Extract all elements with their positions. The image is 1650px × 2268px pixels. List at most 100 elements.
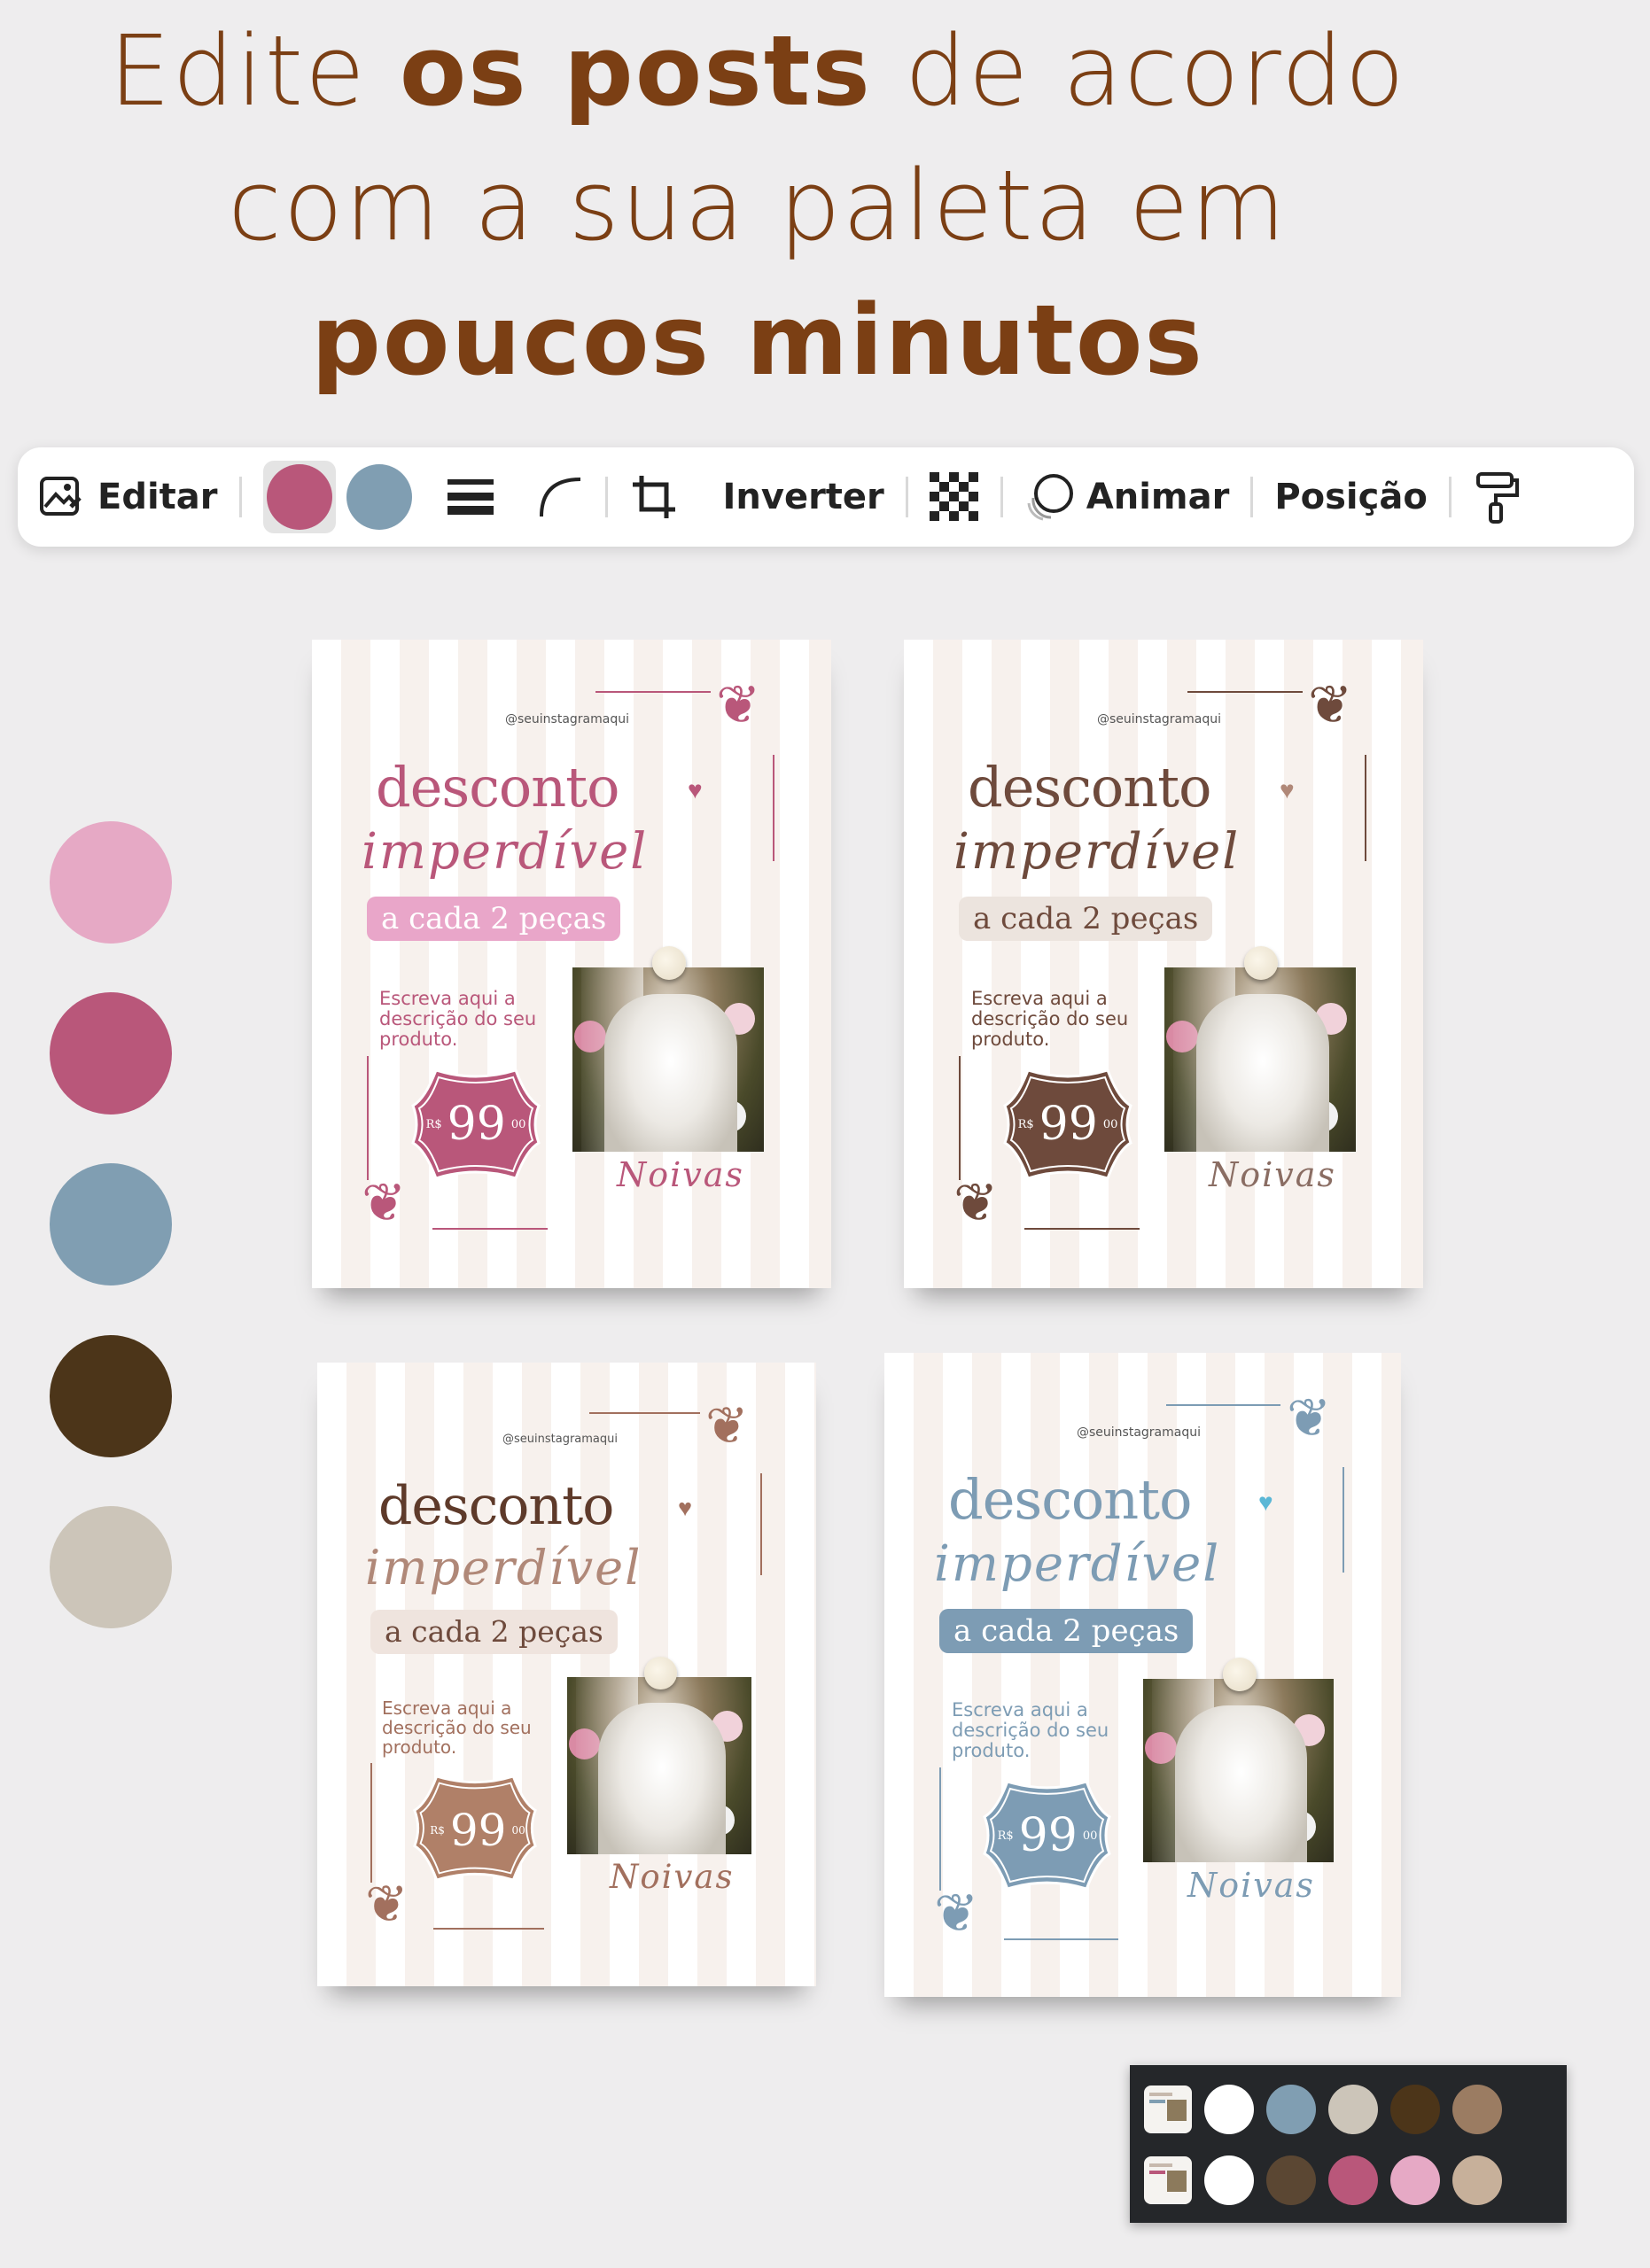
product-photo[interactable] <box>572 967 764 1152</box>
post-title: desconto <box>948 1467 1192 1532</box>
headline: Edite os posts de acordo com a sua palet… <box>0 0 1515 408</box>
flip-button[interactable]: Inverter <box>723 447 884 547</box>
price-currency: R$ <box>430 1824 445 1837</box>
flourish-ornament: ❦ <box>934 1884 979 1943</box>
post-subtitle: imperdível <box>362 823 649 881</box>
post-card-taupe[interactable]: @seuinstagramaqui desconto imperdível a cad… <box>317 1363 816 1986</box>
flip-label: Inverter <box>722 477 884 517</box>
animate-label: Animar <box>1086 477 1230 517</box>
product-photo[interactable] <box>567 1677 751 1854</box>
palette-swatch[interactable] <box>1390 2155 1440 2205</box>
product-description: Escreva aqui a descrição do seu produto. <box>382 1697 532 1758</box>
animate-button[interactable]: Animar <box>1024 447 1230 547</box>
paint-roller-icon <box>1475 472 1519 524</box>
palette-color-3[interactable] <box>50 1163 172 1285</box>
heart-icon: ♥ <box>688 776 703 804</box>
frame-line-left <box>370 1763 372 1883</box>
crop-button[interactable] <box>629 447 679 547</box>
price-cents: 00 <box>511 1824 525 1837</box>
palette-swatch[interactable] <box>1390 2085 1440 2134</box>
transparency-button[interactable] <box>929 447 979 547</box>
palette-color-1[interactable] <box>50 821 172 944</box>
post-card-blue[interactable]: @seuinstagramaqui desconto imperdível a cad… <box>884 1353 1401 1997</box>
bride-dress <box>598 1703 726 1854</box>
photo-pin <box>1223 1658 1257 1691</box>
corner-rounding-button[interactable] <box>538 447 584 547</box>
price-value: 99 <box>1018 1809 1078 1862</box>
bride-dress <box>604 994 737 1152</box>
price-currency: R$ <box>425 1117 442 1131</box>
price-currency: R$ <box>1017 1117 1034 1131</box>
border-style-icon <box>447 479 494 515</box>
position-button[interactable]: Posição <box>1274 447 1428 547</box>
frame-line-left <box>959 1056 961 1180</box>
swatch-blue-fill <box>346 464 412 530</box>
offer-pill: a cada 2 peças <box>959 897 1213 941</box>
edit-image-button[interactable]: Editar <box>37 447 218 547</box>
post-handle: @seuinstagramaqui <box>1077 1425 1201 1440</box>
palette-swatch[interactable] <box>1266 2085 1316 2134</box>
bride-dress <box>1175 1705 1307 1862</box>
frame-line-top <box>589 1412 700 1414</box>
price-currency: R$ <box>997 1829 1014 1843</box>
offer-pill: a cada 2 peças <box>370 1610 618 1654</box>
palette-swatch[interactable] <box>1266 2155 1316 2205</box>
photo-pin <box>652 946 686 980</box>
price-text: R$ 99 00 <box>981 1778 1114 1893</box>
palette-color-2[interactable] <box>50 992 172 1115</box>
palette-row-2 <box>1144 2154 1514 2207</box>
frame-line-top <box>1166 1404 1280 1406</box>
price-tag: R$ 99 00 <box>409 1067 542 1182</box>
bride-dress <box>1196 994 1329 1152</box>
color-swatch-pink[interactable] <box>262 461 336 533</box>
photo-pin <box>644 1657 677 1689</box>
border-style-button[interactable] <box>446 447 495 547</box>
frame-line-bottom <box>433 1928 544 1930</box>
product-description: Escreva aqui a descrição do seu produto. <box>379 988 537 1050</box>
photo-caption: Noivas <box>1187 1866 1315 1905</box>
palette-color-5[interactable] <box>50 1506 172 1628</box>
product-description: Escreva aqui a descrição do seu produto. <box>952 1699 1109 1761</box>
headline-line-1: Edite os posts de acordo <box>109 14 1406 128</box>
product-photo[interactable] <box>1164 967 1356 1152</box>
palette-swatch[interactable] <box>1452 2085 1502 2134</box>
color-swatch-blue[interactable] <box>343 461 416 533</box>
post-subtitle: imperdível <box>934 1535 1221 1593</box>
palette-thumbnail[interactable] <box>1144 2085 1192 2133</box>
post-subtitle: imperdível <box>953 823 1241 881</box>
toolbar-divider <box>905 477 908 517</box>
palette-swatch[interactable] <box>1328 2155 1378 2205</box>
frame-line-right <box>760 1473 762 1575</box>
heart-icon: ♥ <box>1280 776 1295 804</box>
paint-roller-button[interactable] <box>1473 447 1519 547</box>
corner-rounding-icon <box>539 478 580 517</box>
toolbar-divider <box>1448 477 1452 517</box>
palette-swatch[interactable] <box>1328 2085 1378 2134</box>
image-edit-icon <box>37 473 85 521</box>
post-card-brown[interactable]: @seuinstagramaqui desconto imperdível a cad… <box>904 640 1423 1288</box>
palette-swatch[interactable] <box>1204 2155 1254 2205</box>
palette-swatch[interactable] <box>1204 2085 1254 2134</box>
palette-thumbnail[interactable] <box>1144 2156 1192 2204</box>
frame-line-top <box>595 691 711 693</box>
edit-label: Editar <box>97 477 218 517</box>
toolbar-divider <box>1250 477 1254 517</box>
frame-line-top <box>1187 691 1303 693</box>
palette-swatch[interactable] <box>1452 2155 1502 2205</box>
flourish-ornament: ❦ <box>1308 675 1353 734</box>
photo-caption: Noivas <box>1209 1155 1336 1194</box>
flourish-ornament: ❦ <box>953 1173 999 1232</box>
photo-caption: Noivas <box>617 1155 744 1194</box>
flourish-ornament: ❦ <box>1287 1388 1332 1448</box>
frame-line-right <box>773 755 774 861</box>
flourish-ornament: ❦ <box>365 1876 409 1933</box>
headline-line-3: poucos minutos <box>311 284 1204 397</box>
post-card-pink[interactable]: @seuinstagramaqui desconto imperdível a cad… <box>312 640 831 1288</box>
post-subtitle: imperdível <box>365 1540 642 1596</box>
palette-color-4[interactable] <box>50 1335 172 1457</box>
frame-line-left <box>939 1767 941 1891</box>
product-description: Escreva aqui a descrição do seu produto. <box>971 988 1129 1050</box>
product-photo[interactable] <box>1143 1679 1334 1862</box>
transparency-icon <box>929 472 978 521</box>
frame-line-bottom <box>432 1228 548 1230</box>
